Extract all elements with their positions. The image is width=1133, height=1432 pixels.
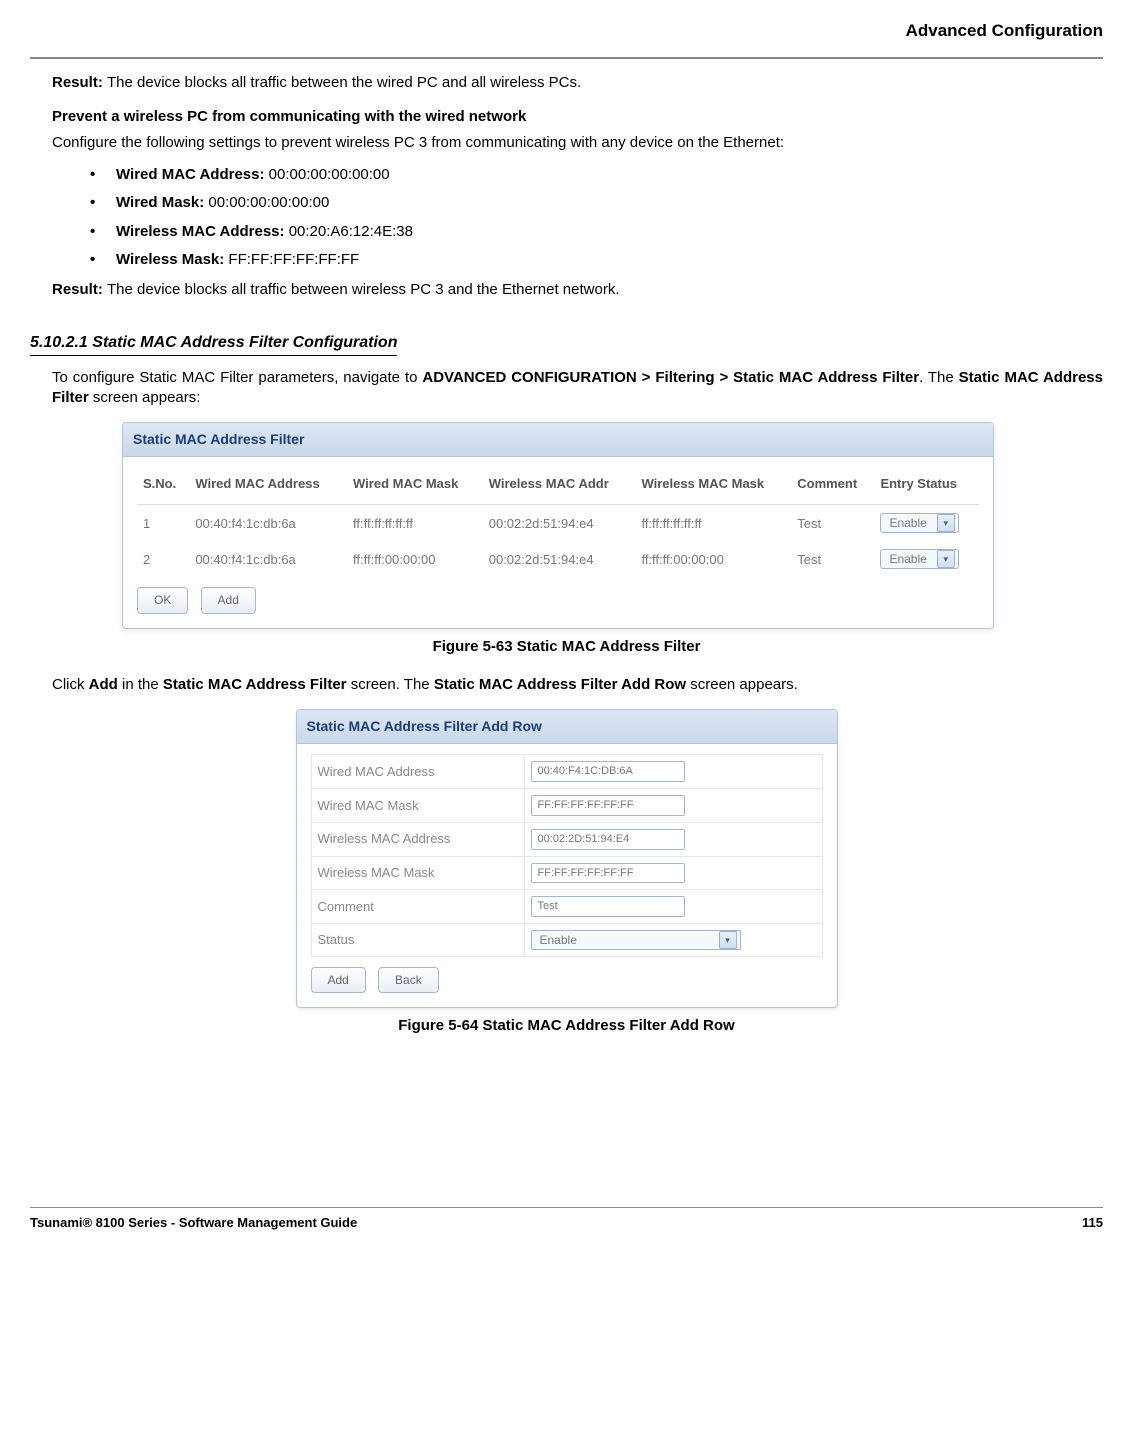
configure-line: Configure the following settings to prev… (52, 133, 1103, 153)
form-row: Wireless MAC Mask FF:FF:FF:FF:FF:FF (311, 856, 822, 890)
form-row: Status Enable ▾ (311, 924, 822, 957)
result-2-label: Result: (52, 281, 107, 298)
field-label: Status (311, 924, 524, 957)
list-item: Wireless MAC Address: 00:20:A6:12:4E:38 (90, 221, 1103, 244)
td-wlmac: 00:02:2d:51:94:e4 (483, 505, 636, 542)
status-value: Enable (889, 515, 926, 531)
td-wmac: 00:40:f4:1c:db:6a (189, 505, 347, 542)
result-1: Result: The device blocks all traffic be… (52, 73, 1103, 93)
th-wmac: Wired MAC Address (189, 467, 347, 505)
wireless-mac-input[interactable]: 00:02:2D:51:94:E4 (531, 829, 685, 850)
li-label: Wireless MAC Address: (116, 223, 289, 240)
th-wmask: Wired MAC Mask (347, 467, 483, 505)
prevent-heading: Prevent a wireless PC from communicating… (52, 107, 1103, 127)
figure-caption-1: Figure 5-63 Static MAC Address Filter (30, 637, 1103, 657)
form-row: Wired MAC Address 00:40:F4:1C:DB:6A (311, 755, 822, 789)
result-2-text: The device blocks all traffic between wi… (107, 281, 619, 298)
page-footer: Tsunami® 8100 Series - Software Manageme… (30, 1207, 1103, 1232)
td-wlmac: 00:02:2d:51:94:e4 (483, 541, 636, 577)
td-wmask: ff:ff:ff:ff:ff:ff (347, 505, 483, 542)
li-value: 00:00:00:00:00:00 (208, 194, 329, 211)
click-pre: Click (52, 676, 89, 693)
status-value: Enable (889, 551, 926, 567)
click-post: screen appears. (686, 676, 798, 693)
status-value: Enable (540, 932, 577, 948)
field-label: Wired MAC Mask (311, 788, 524, 822)
add-row-form: Wired MAC Address 00:40:F4:1C:DB:6A Wire… (311, 754, 823, 957)
ok-button[interactable]: OK (137, 587, 188, 613)
click-b2: Static MAC Address Filter (163, 676, 347, 693)
click-mid1: in the (118, 676, 163, 693)
result-1-text: The device blocks all traffic between th… (107, 74, 581, 91)
list-item: Wireless Mask: FF:FF:FF:FF:FF:FF (90, 249, 1103, 272)
filter-table: S.No. Wired MAC Address Wired MAC Mask W… (137, 467, 979, 578)
nav-post1: . The (919, 369, 959, 386)
form-row: Wired MAC Mask FF:FF:FF:FF:FF:FF (311, 788, 822, 822)
nav-paragraph: To configure Static MAC Filter parameter… (52, 368, 1103, 409)
footer-right: 115 (1082, 1214, 1103, 1232)
th-wlmask: Wireless MAC Mask (635, 467, 791, 505)
li-value: 00:20:A6:12:4E:38 (289, 223, 413, 240)
add-button[interactable]: Add (201, 587, 256, 613)
add-row-panel: Static MAC Address Filter Add Row Wired … (296, 709, 838, 1008)
status-select[interactable]: Enable ▾ (531, 930, 741, 950)
click-mid2: screen. The (347, 676, 434, 693)
header-rule (30, 57, 1103, 59)
result-2: Result: The device blocks all traffic be… (52, 280, 1103, 300)
td-wmac: 00:40:f4:1c:db:6a (189, 541, 347, 577)
table-row: 2 00:40:f4:1c:db:6a ff:ff:ff:00:00:00 00… (137, 541, 979, 577)
wired-mask-input[interactable]: FF:FF:FF:FF:FF:FF (531, 795, 685, 816)
form-row: Wireless MAC Address 00:02:2D:51:94:E4 (311, 822, 822, 856)
list-item: Wired MAC Address: 00:00:00:00:00:00 (90, 164, 1103, 187)
li-value: 00:00:00:00:00:00 (269, 166, 390, 183)
back-button[interactable]: Back (378, 967, 439, 993)
th-comment: Comment (791, 467, 874, 505)
table-row: 1 00:40:f4:1c:db:6a ff:ff:ff:ff:ff:ff 00… (137, 505, 979, 542)
field-label: Comment (311, 890, 524, 924)
nav-bold: ADVANCED CONFIGURATION > Filtering > Sta… (422, 369, 919, 386)
figure-caption-2: Figure 5-64 Static MAC Address Filter Ad… (30, 1016, 1103, 1036)
td-comment: Test (791, 541, 874, 577)
wireless-mask-input[interactable]: FF:FF:FF:FF:FF:FF (531, 863, 685, 884)
settings-list: Wired MAC Address: 00:00:00:00:00:00 Wir… (90, 164, 1103, 272)
td-wmask: ff:ff:ff:00:00:00 (347, 541, 483, 577)
th-wlmac: Wireless MAC Addr (483, 467, 636, 505)
status-select[interactable]: Enable ▾ (880, 513, 958, 533)
click-paragraph: Click Add in the Static MAC Address Filt… (52, 675, 1103, 695)
chevron-down-icon: ▾ (937, 514, 955, 532)
click-b1: Add (89, 676, 118, 693)
page-header: Advanced Configuration (30, 20, 1103, 43)
field-label: Wired MAC Address (311, 755, 524, 789)
td-comment: Test (791, 505, 874, 542)
filter-panel-title: Static MAC Address Filter (123, 423, 993, 457)
li-label: Wired Mask: (116, 194, 208, 211)
nav-post2: screen appears: (89, 389, 201, 406)
result-1-label: Result: (52, 74, 107, 91)
field-label: Wireless MAC Address (311, 822, 524, 856)
click-b3: Static MAC Address Filter Add Row (434, 676, 686, 693)
add-row-panel-title: Static MAC Address Filter Add Row (297, 710, 837, 744)
td-sno: 1 (137, 505, 189, 542)
th-sno: S.No. (137, 467, 189, 505)
list-item: Wired Mask: 00:00:00:00:00:00 (90, 192, 1103, 215)
td-wlmask: ff:ff:ff:00:00:00 (635, 541, 791, 577)
li-label: Wireless Mask: (116, 251, 228, 268)
nav-pre: To configure Static MAC Filter parameter… (52, 369, 422, 386)
filter-panel: Static MAC Address Filter S.No. Wired MA… (122, 422, 994, 629)
add-button[interactable]: Add (311, 967, 366, 993)
field-label: Wireless MAC Mask (311, 856, 524, 890)
status-select[interactable]: Enable ▾ (880, 549, 958, 569)
wired-mac-input[interactable]: 00:40:F4:1C:DB:6A (531, 761, 685, 782)
chevron-down-icon: ▾ (719, 931, 737, 949)
td-sno: 2 (137, 541, 189, 577)
section-title: 5.10.2.1 Static MAC Address Filter Confi… (30, 332, 397, 356)
form-row: Comment Test (311, 890, 822, 924)
comment-input[interactable]: Test (531, 896, 685, 917)
li-label: Wired MAC Address: (116, 166, 269, 183)
chevron-down-icon: ▾ (937, 550, 955, 568)
footer-left: Tsunami® 8100 Series - Software Manageme… (30, 1214, 357, 1232)
li-value: FF:FF:FF:FF:FF:FF (228, 251, 359, 268)
td-wlmask: ff:ff:ff:ff:ff:ff (635, 505, 791, 542)
th-status: Entry Status (874, 467, 979, 505)
